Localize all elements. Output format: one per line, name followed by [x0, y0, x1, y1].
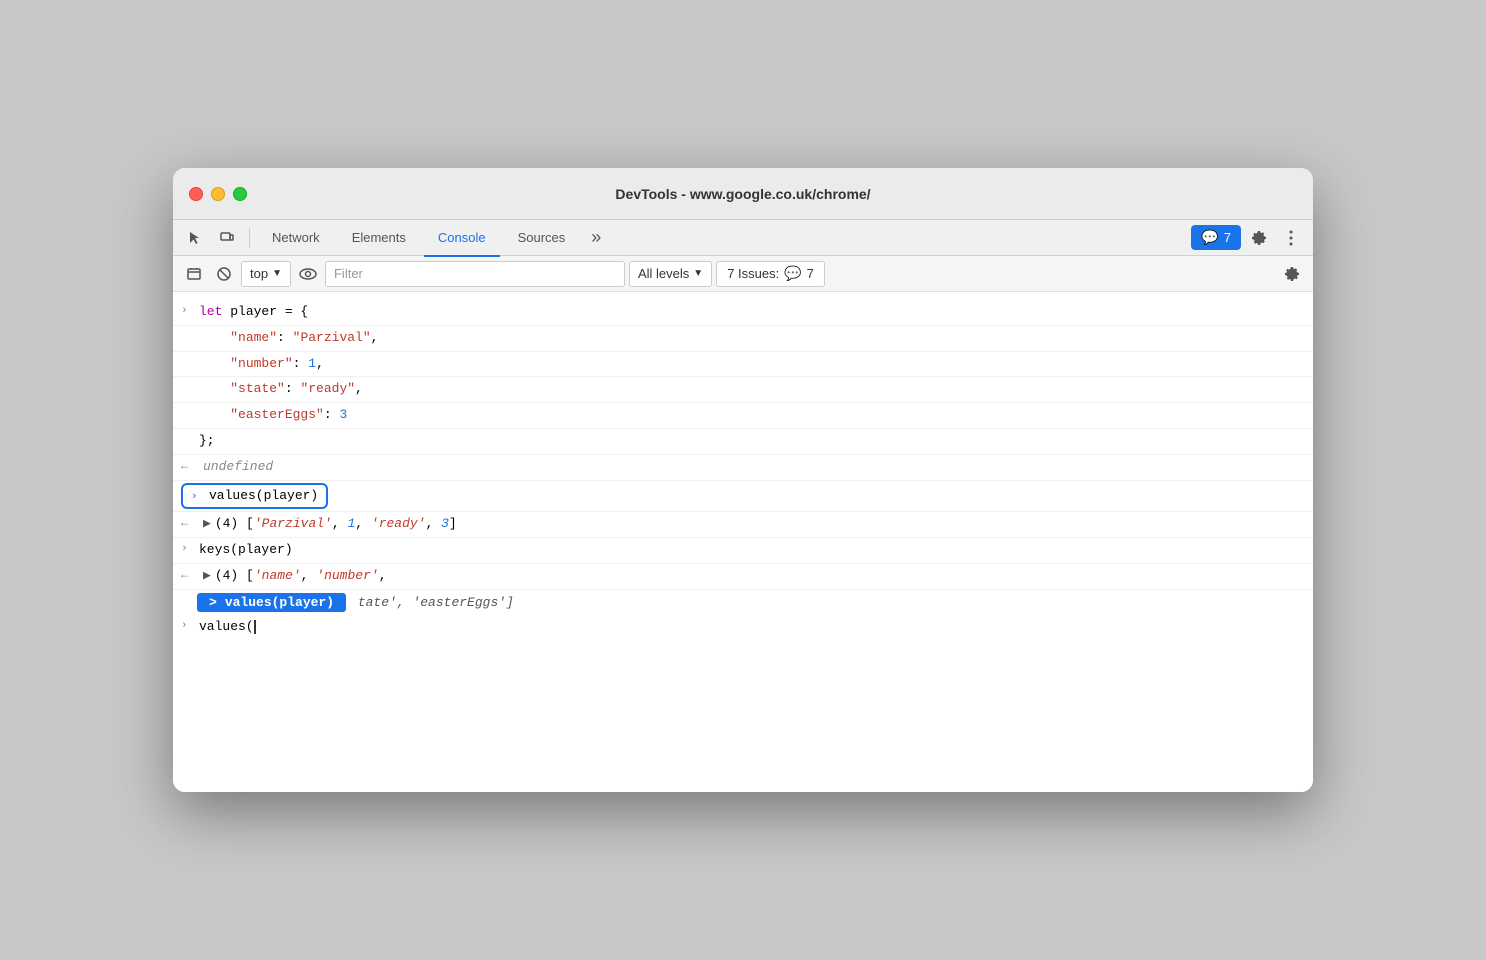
devtools-window: DevTools - www.google.co.uk/chrome/ Netw… [173, 168, 1313, 792]
close-button[interactable] [189, 187, 203, 201]
eye-icon[interactable] [295, 261, 321, 287]
code-line: undefined [203, 457, 1305, 478]
settings-gear-icon[interactable] [1245, 224, 1273, 252]
code-line: › values(player) [181, 483, 1305, 510]
highlight-box: › values(player) [181, 483, 328, 510]
table-row: "easterEggs": 3 [173, 403, 1313, 429]
table-row: › let player = { [173, 300, 1313, 326]
table-row: ← undefined [173, 455, 1313, 481]
table-row: }; [173, 429, 1313, 455]
context-dropdown-icon: ▼ [272, 268, 282, 279]
code-line: values( [199, 617, 1305, 638]
table-row: "state": "ready", [173, 377, 1313, 403]
code-line: "easterEggs": 3 [199, 405, 1305, 426]
tabbar: Network Elements Console Sources » 💬 7 [173, 220, 1313, 256]
device-toggle-icon[interactable] [213, 224, 241, 252]
tab-sources[interactable]: Sources [504, 221, 580, 257]
table-row: "number": 1, [173, 352, 1313, 378]
more-options-icon[interactable] [1277, 224, 1305, 252]
text-cursor [254, 620, 256, 634]
window-title: DevTools - www.google.co.uk/chrome/ [615, 186, 870, 202]
table-row: › values( [173, 615, 1313, 640]
tab-more[interactable]: » [583, 221, 609, 257]
context-label: top [250, 266, 268, 281]
suggestion-text: values(player) [225, 595, 334, 610]
levels-label: All levels [638, 266, 689, 281]
badge-count: 7 [1224, 230, 1231, 245]
console-output[interactable]: › let player = { "name": "Parzival", "nu… [173, 292, 1313, 792]
array-expand-icon[interactable]: ▶ [203, 516, 211, 531]
expand-icon[interactable]: › [191, 489, 203, 507]
code-line: "name": "Parzival", [199, 328, 1305, 349]
autocomplete-row[interactable]: > values(player) tate', 'easterEggs'] [173, 590, 1313, 615]
tab-divider [249, 228, 250, 248]
issues-label: 7 Issues: [727, 266, 779, 281]
expand-arrow-icon[interactable]: › [181, 543, 193, 555]
suggestion-prompt: > [209, 595, 217, 610]
log-levels-selector[interactable]: All levels ▼ [629, 261, 712, 287]
code-line: "number": 1, [199, 354, 1305, 375]
output-indicator: ← [181, 568, 197, 582]
traffic-lights [189, 187, 247, 201]
output-indicator: ← [181, 459, 197, 473]
block-errors-icon[interactable] [211, 261, 237, 287]
table-row: "name": "Parzival", [173, 326, 1313, 352]
issues-button[interactable]: 7 Issues: 💬 7 [716, 261, 825, 287]
code-line: keys(player) [199, 540, 1305, 561]
array-expand-icon[interactable]: ▶ [203, 568, 211, 583]
console-toolbar: top ▼ All levels ▼ 7 Issues: 💬 7 [173, 256, 1313, 292]
autocomplete-suggestion[interactable]: > values(player) [197, 593, 346, 612]
cursor-select-icon[interactable] [181, 224, 209, 252]
code-line: }; [199, 431, 1305, 452]
tab-network[interactable]: Network [258, 221, 334, 257]
devtools-panel: Network Elements Console Sources » 💬 7 [173, 220, 1313, 792]
code-line: ▶(4) ['name', 'number', [203, 566, 1305, 587]
issues-icon: 💬 [1201, 229, 1218, 246]
console-settings-icon[interactable] [1279, 261, 1305, 287]
issues-count: 7 [807, 266, 814, 281]
autocomplete-container: ← ▶(4) ['name', 'number', > values(playe… [173, 564, 1313, 615]
levels-dropdown-icon: ▼ [693, 268, 703, 279]
expand-arrow-icon[interactable]: › [181, 620, 193, 632]
maximize-button[interactable] [233, 187, 247, 201]
table-row: ← ▶(4) ['Parzival', 1, 'ready', 3] [173, 512, 1313, 538]
table-row: › keys(player) [173, 538, 1313, 564]
clear-console-icon[interactable] [181, 261, 207, 287]
expand-arrow-icon[interactable]: › [181, 305, 193, 317]
context-selector[interactable]: top ▼ [241, 261, 291, 287]
filter-input[interactable] [325, 261, 625, 287]
output-indicator: ← [181, 516, 197, 530]
code-line: let player = { [199, 302, 1305, 323]
table-row: ← ▶(4) ['name', 'number', [173, 564, 1313, 590]
code-line: ▶(4) ['Parzival', 1, 'ready', 3] [203, 514, 1305, 535]
minimize-button[interactable] [211, 187, 225, 201]
tab-console[interactable]: Console [424, 221, 500, 257]
table-row: › values(player) [173, 481, 1313, 513]
issues-badge-button[interactable]: 💬 7 [1191, 225, 1241, 250]
titlebar: DevTools - www.google.co.uk/chrome/ [173, 168, 1313, 220]
code-line: "state": "ready", [199, 379, 1305, 400]
suggestion-continuation: tate', 'easterEggs'] [350, 595, 514, 610]
tab-elements[interactable]: Elements [338, 221, 420, 257]
issues-badge-icon: 💬 [784, 265, 801, 282]
